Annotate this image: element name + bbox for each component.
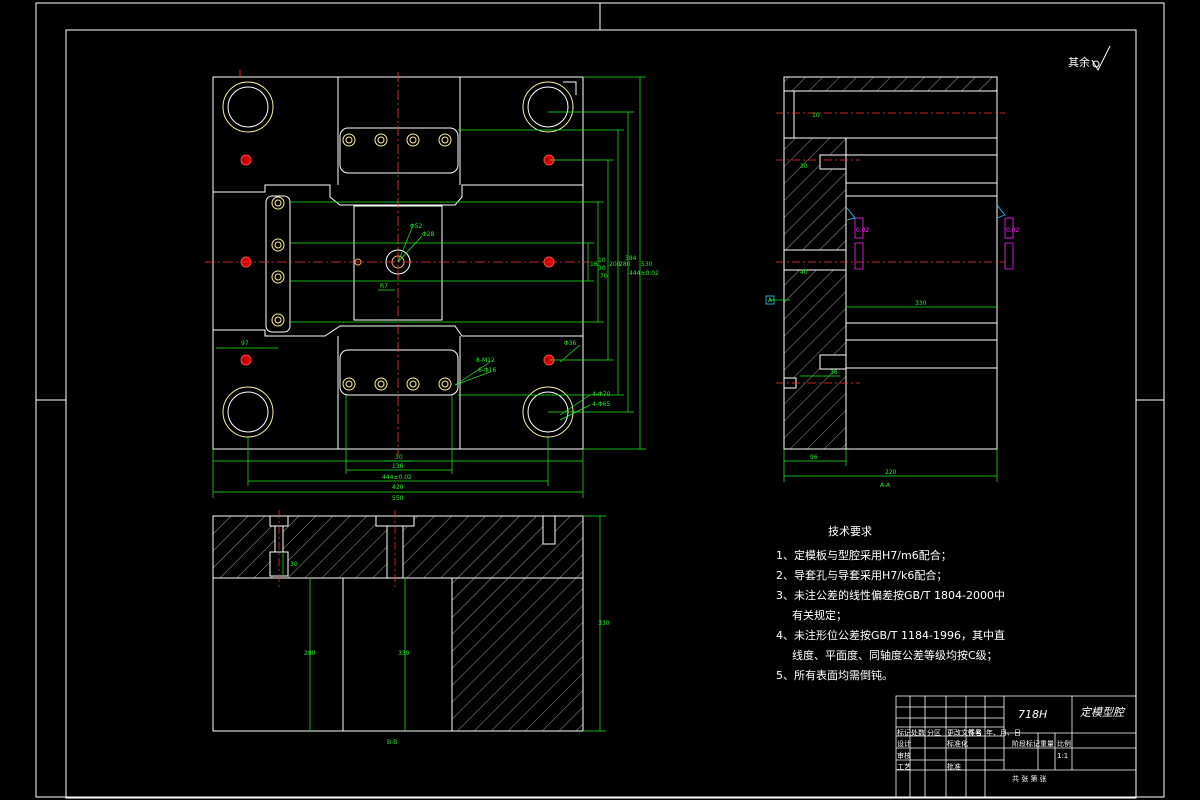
dim-530: 530 (641, 261, 653, 268)
requirement-3: 3、未注公差的线性偏差按GB/T 1804-2000中 (776, 589, 1005, 602)
roughness-symbol (1091, 45, 1111, 72)
dim-444-h: 444±0.02 (382, 474, 412, 481)
requirement-4: 4、未注形位公差按GB/T 1184-1996，其中直 (776, 629, 1005, 642)
tb-standard: 标准化 (947, 740, 968, 748)
requirements-title: 技术要求 (828, 525, 872, 538)
dim-8-m12: 8-M12 (476, 357, 495, 364)
sec-dim-330a: 330 (398, 650, 410, 657)
tb-process: 工艺 (897, 763, 911, 771)
tb-stage: 阶段标记 (1012, 740, 1040, 748)
requirement-1: 1、定模板与型腔采用H7/m6配合； (776, 549, 952, 562)
dim-444-v: 444±0.02 (629, 270, 659, 277)
tb-approve: 批准 (947, 763, 961, 771)
guide-hole-tl (222, 81, 274, 133)
side-dim-40: 40 (800, 269, 808, 276)
dim-30-v: 30 (598, 265, 606, 272)
requirement-4-cont: 线度、平面度、同轴度公差等级均按C级； (792, 649, 998, 662)
tb-zone: 分区 (927, 729, 941, 737)
tol-frame-left: 0.02 (856, 227, 870, 234)
tb-sheet: 共 张 第 张 (1012, 775, 1047, 783)
datum-a: A (768, 297, 773, 304)
sec-dim-330b: 330 (598, 620, 610, 627)
tb-count: 处数 (911, 729, 925, 737)
guide-hole-tr (522, 81, 574, 133)
dim-r7: R7 (380, 283, 388, 290)
dim-10: 10 (598, 257, 606, 264)
cad-drawing: 97 136 30 R7 444±0.02 420 550 Φ52 Φ28 16… (35, 2, 1165, 799)
dim-70: 70 (600, 273, 608, 280)
side-dim-30: 30 (800, 163, 808, 170)
tb-scale: 比例 (1057, 740, 1071, 748)
dim-phi52: Φ52 (410, 223, 423, 230)
tb-weight: 重量 (1040, 740, 1054, 748)
section-view (212, 515, 584, 732)
dim-97: 97 (241, 340, 249, 347)
tb-scale-value: 1:1 (1057, 752, 1069, 760)
side-section-label: A-A (880, 482, 891, 489)
dim-550: 550 (392, 495, 404, 502)
requirement-2: 2、导套孔与导套采用H7/k6配合； (776, 569, 948, 582)
part-name-label: 定模型腔 (1080, 706, 1124, 719)
side-dim-96: 96 (810, 454, 818, 461)
side-dim-220: 220 (885, 469, 897, 476)
tb-sign: 签名 (968, 729, 982, 737)
material-label: 718H (1018, 708, 1048, 721)
sec-dim-280: 280 (304, 650, 316, 657)
tb-designer: 设计 (897, 740, 911, 748)
dim-phi36: Φ36 (564, 340, 577, 347)
requirement-3-cont: 有关规定； (792, 609, 847, 622)
dim-280: 280 (619, 261, 631, 268)
dim-420: 420 (392, 484, 404, 491)
side-view (783, 76, 998, 450)
tol-frame-right: 0.02 (1006, 227, 1020, 234)
tb-reviewer: 审核 (897, 752, 911, 760)
dim-6-phi16: 6-Φ16 (478, 367, 497, 374)
side-dim-330: 330 (915, 300, 927, 307)
tb-date: 年、月、日 (986, 729, 1021, 737)
technical-requirements: 技术要求 1、定模板与型腔采用H7/m6配合； 2、导套孔与导套采用H7/k6配… (776, 522, 1005, 686)
dim-136: 136 (392, 463, 404, 470)
bottom-section-label: B-B (387, 739, 397, 746)
guide-hole-bl (222, 386, 274, 438)
dim-384: 384 (625, 255, 637, 262)
side-dim-36: 36 (830, 369, 838, 376)
dim-4-phi70: 4-Φ70 (592, 391, 611, 398)
roughness-note: 其余 (1068, 56, 1090, 69)
dim-phi28: Φ28 (422, 231, 435, 238)
requirement-5: 5、所有表面均需倒钝。 (776, 669, 893, 682)
tb-mark: 标记 (897, 729, 911, 737)
dim-16: 16 (590, 261, 598, 268)
dim-4-phi65: 4-Φ65 (592, 401, 611, 408)
side-dim-10: 10 (812, 112, 820, 119)
dim-30: 30 (395, 454, 403, 461)
top-view-dimensions (212, 76, 646, 498)
sec-dim-30: 30 (290, 561, 298, 568)
